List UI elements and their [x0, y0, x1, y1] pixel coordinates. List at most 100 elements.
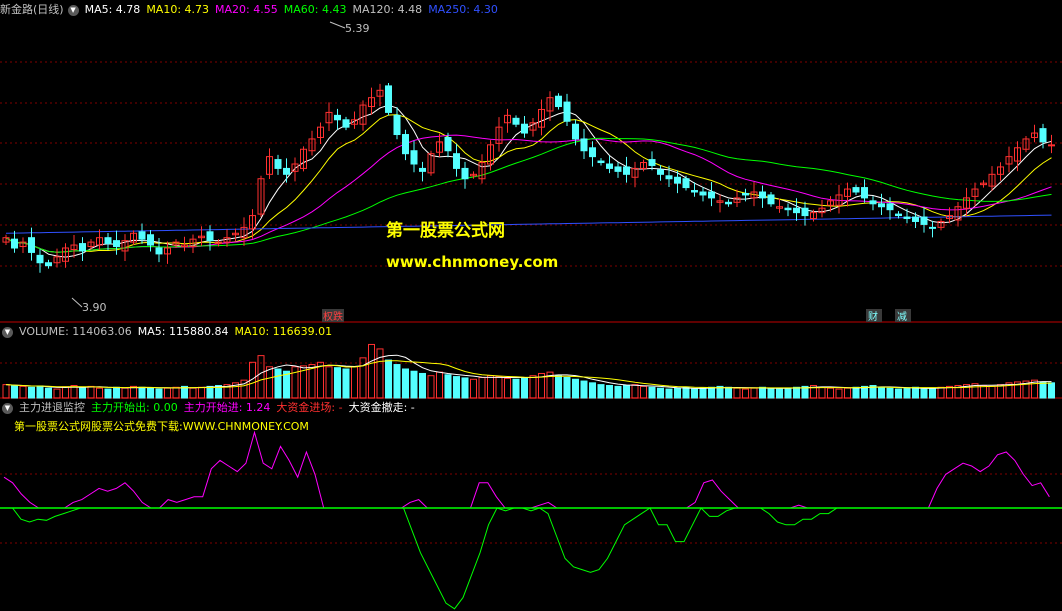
volume-bar	[937, 386, 945, 399]
legend-item: 主力开始进: 1.24	[183, 401, 271, 414]
legend-item: 大资金撤走: -	[348, 401, 415, 414]
volume-bar	[903, 387, 911, 399]
volume-dropdown-icon[interactable]: ▼	[2, 326, 13, 338]
volume-bar	[572, 378, 579, 399]
event-markers[interactable]: 权 跌 财 减	[322, 309, 911, 323]
volume-bar	[461, 377, 469, 399]
volume-series	[2, 343, 1055, 399]
volume-bar	[844, 387, 851, 399]
volume-bar	[257, 355, 265, 399]
volume-bar	[478, 376, 486, 399]
ma250-line	[5, 214, 1052, 234]
volume-bar	[2, 384, 10, 399]
candle-body	[444, 136, 452, 152]
candle-body	[385, 85, 392, 113]
volume-bar	[742, 388, 749, 399]
volume-bar	[912, 386, 919, 399]
candle-body	[334, 114, 341, 121]
volume-bar	[376, 348, 384, 399]
volume-bar	[444, 374, 452, 399]
indicator-in-line	[3, 430, 1050, 509]
candle-body	[784, 207, 792, 211]
volume-bar	[28, 386, 35, 399]
volume-bar	[691, 388, 698, 399]
legend-item: MA5: 4.78	[84, 3, 141, 16]
volume-bar	[308, 364, 316, 399]
candle-body	[283, 167, 290, 175]
indicator-title: 主力进退监控	[19, 401, 85, 414]
indicator-note: 第一股票公式网股票公式免费下载:WWW.CHNMONEY.COM	[14, 419, 315, 435]
legend-item: 大资金进场: -	[276, 401, 343, 414]
volume-bar	[597, 384, 605, 399]
volume-bar	[155, 388, 163, 399]
legend-item: MA250: 4.30	[428, 3, 498, 16]
legend-item: MA20: 4.55	[215, 3, 278, 16]
indicator-out-line	[4, 507, 1050, 610]
volume-bar	[733, 387, 741, 399]
ma-legend: MA5: 4.78 MA10: 4.73 MA20: 4.55 MA60: 4.43 M…	[85, 3, 504, 16]
candle-body	[1048, 144, 1055, 147]
volume-bar	[784, 387, 792, 399]
candle-body	[138, 231, 146, 240]
volume-bar	[359, 357, 367, 399]
volume-bar	[274, 368, 282, 399]
volume-bar	[606, 385, 613, 399]
candle-body	[555, 95, 562, 108]
volume-bar	[291, 366, 299, 399]
candle-body	[104, 237, 112, 245]
dropdown-icon[interactable]: ▼	[67, 4, 79, 16]
candle-body	[393, 114, 401, 136]
candle-body	[563, 101, 571, 122]
volume-bar	[470, 378, 477, 399]
volume-bar	[385, 359, 392, 399]
volume-bar	[147, 387, 154, 399]
volume-bar	[79, 386, 86, 399]
price-panel-header: 新金路(日线) ▼ MA5: 4.78 MA10: 4.73 MA20: 4.55 MA6…	[0, 2, 510, 18]
candle-body	[801, 207, 809, 217]
candle-body	[657, 169, 664, 175]
candle-body	[147, 234, 154, 246]
candle-body	[648, 159, 656, 166]
moving-average-lines	[5, 104, 1052, 258]
volume-bar	[113, 386, 120, 399]
candle-body	[674, 176, 681, 184]
legend-item: MA120: 4.48	[352, 3, 423, 16]
volume-bar	[453, 376, 460, 399]
volume-bar	[53, 388, 61, 399]
candle-body	[699, 191, 707, 196]
candle-body	[11, 238, 18, 249]
grid-lines	[0, 61, 1062, 544]
candle-body	[572, 123, 579, 140]
ma20-line	[5, 134, 1052, 253]
candle-body	[342, 119, 350, 128]
volume-bar	[589, 382, 596, 399]
indicator-dropdown-icon[interactable]: ▼	[2, 402, 13, 414]
volume-bar	[512, 378, 520, 399]
volume-bar	[189, 387, 197, 399]
volume-bar	[631, 384, 639, 399]
volume-bar	[495, 376, 503, 399]
volume-bar	[614, 385, 622, 399]
ma60-line	[5, 137, 1052, 253]
volume-bar	[793, 386, 800, 399]
volume-bar	[767, 387, 775, 399]
volume-bar	[266, 366, 273, 399]
volume-bar	[988, 385, 996, 399]
candle-body	[793, 207, 800, 214]
volume-panel-header: ▼ VOLUME: 114063.06 MA5: 115880.84 MA10: 11…	[0, 324, 344, 340]
candle-body	[878, 203, 885, 208]
volume-bar	[708, 386, 715, 399]
candle-body	[45, 262, 52, 267]
indicator-legend: 主力开始出: 0.00 主力开始进: 1.24 大资金进场: - 大资金撤走: -	[91, 401, 421, 414]
high-pointer	[329, 21, 346, 29]
volume-ma5-line	[5, 354, 1052, 389]
volume-bar	[878, 386, 885, 399]
volume-bar	[410, 370, 418, 399]
ma10-line	[5, 114, 1052, 253]
indicator-panel-header: ▼ 主力进退监控 主力开始出: 0.00 主力开始进: 1.24 大资金进场: - 大资金…	[0, 400, 427, 416]
candle-body	[869, 200, 877, 205]
watermark-url: www.chnmoney.com	[386, 253, 559, 271]
candle-body	[155, 247, 163, 255]
candle-body	[597, 160, 605, 164]
volume-bar	[835, 388, 843, 399]
